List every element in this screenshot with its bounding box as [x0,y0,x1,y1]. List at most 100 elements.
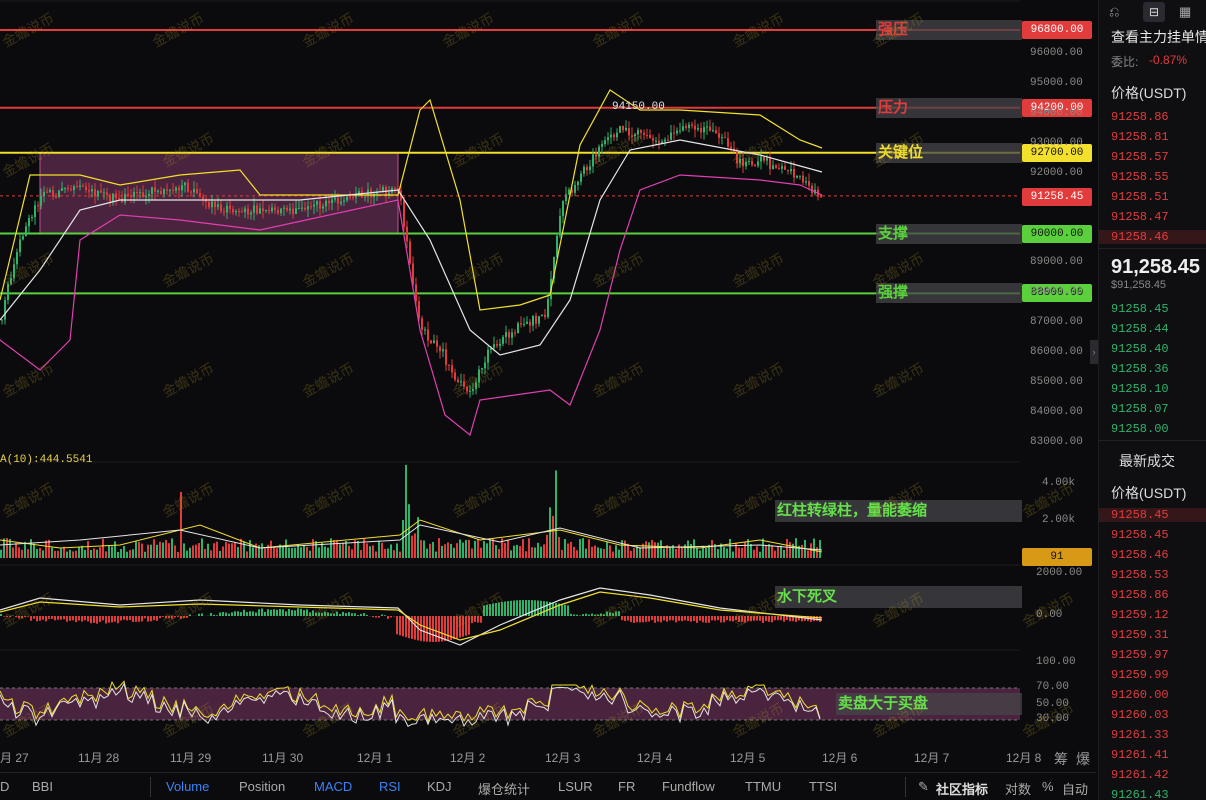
toolbar-right-item[interactable]: 对数 [1005,779,1031,798]
macd-bar [759,616,761,621]
candle [202,196,204,199]
macd-bar [687,616,689,621]
volume-bar [285,539,287,558]
order-book-row[interactable]: 91258.53 [1111,568,1169,582]
toolbar-item-爆仓统计[interactable]: 爆仓统计 [478,779,530,798]
order-book-row[interactable]: 91258.46 [1099,230,1206,244]
current-price-tag: 91258.45 [1022,188,1092,206]
macd-bar [288,608,290,616]
order-book-row[interactable]: 91259.31 [1111,628,1169,642]
candle [679,130,681,132]
candle [655,140,657,142]
order-book-row[interactable]: 91260.00 [1111,688,1169,702]
order-book-row[interactable]: 91258.45 [1111,528,1169,542]
macd-bar [606,611,608,616]
order-book-row[interactable]: 91258.10 [1111,382,1169,396]
panel-collapse-handle[interactable]: › [1090,340,1098,364]
toolbar-right-item[interactable]: 自动 [1062,779,1088,798]
order-book-row[interactable]: 91261.43 [1111,788,1169,800]
layout-icon[interactable]: ⊟ [1143,2,1165,22]
order-book-row[interactable]: 91261.33 [1111,728,1169,742]
macd-bar [6,616,8,618]
order-book-row[interactable]: 91258.51 [1111,190,1169,204]
edit-icon[interactable]: ✎ [918,779,929,795]
volume-bar [126,551,128,558]
toolbar-item-kdj[interactable]: KDJ [427,779,452,794]
axis-corner-label[interactable]: 筹 [1054,749,1068,769]
ratio-value: -0.87% [1149,53,1188,67]
order-book-row[interactable]: 91259.97 [1111,648,1169,662]
macd-bar [36,616,38,622]
toolbar-item-macd[interactable]: MACD [314,779,352,794]
order-book-title[interactable]: 查看主力挂单情 [1111,27,1206,47]
candle [292,208,294,214]
volume-bar [648,542,650,558]
order-book-row[interactable]: 91258.00 [1111,422,1169,436]
candle [478,369,480,383]
candle [445,349,447,365]
toolbar-item-d[interactable]: D [0,779,9,794]
toolbar-item-fr[interactable]: FR [618,779,635,794]
volume-bar [567,543,569,558]
volume-bar [678,544,680,558]
order-book-row[interactable]: 91261.42 [1111,768,1169,782]
order-book-row[interactable]: 91261.41 [1111,748,1169,762]
order-book-row[interactable]: 91259.99 [1111,668,1169,682]
volume-bar [624,540,626,558]
volume-bar [156,544,158,558]
volume-bar [309,550,311,558]
order-book-row[interactable]: 91258.45 [1111,302,1169,316]
order-book-row[interactable]: 91259.12 [1111,608,1169,622]
candle [82,185,84,187]
toolbar-item-position[interactable]: Position [239,779,285,794]
order-book-row[interactable]: 91258.55 [1111,170,1169,184]
order-book-row[interactable]: 91258.46 [1111,548,1169,562]
toolbar-item-ttmu[interactable]: TTMU [745,779,781,794]
volume-bar [783,549,785,558]
volume-bar [387,548,389,558]
macd-bar [168,616,170,619]
order-book-row[interactable]: 91258.57 [1111,150,1169,164]
axis-corner-label[interactable]: 爆 [1076,749,1090,769]
order-book-row[interactable]: 91258.40 [1111,342,1169,356]
volume-bar [117,551,119,558]
toolbar-item-fundflow[interactable]: Fundflow [662,779,715,794]
toolbar-item-ttsi[interactable]: TTSI [809,779,837,794]
toolbar-item-bbi[interactable]: BBI [32,779,53,794]
macd-bar [588,614,590,616]
panel-icon[interactable]: ▦ [1179,4,1191,20]
date-axis-label: 12月 5 [730,751,766,765]
candle [85,186,87,191]
toolbar-item-volume[interactable]: Volume [166,779,209,794]
toolbar-right-item[interactable]: % [1042,779,1054,794]
order-book-row[interactable]: 91258.36 [1111,362,1169,376]
macd-bar [327,612,329,616]
volume-bar [63,546,65,558]
order-book-row[interactable]: 91260.03 [1111,708,1169,722]
macd-bar [273,609,275,616]
volume-bar [375,551,377,558]
order-book-row[interactable]: 91258.07 [1111,402,1169,416]
candle [493,344,495,348]
undo-icon[interactable]: ⎌ [1109,4,1119,20]
trades-title[interactable]: 最新成交 [1119,451,1175,471]
order-book-row[interactable]: 91258.86 [1111,110,1169,124]
volume-bar [129,549,131,558]
volume-bar [42,550,44,558]
order-book-row[interactable]: 91258.86 [1111,588,1169,602]
order-book-row[interactable]: 91258.44 [1111,322,1169,336]
volume-bar [639,547,641,558]
order-book-row[interactable]: 91258.45 [1099,508,1206,522]
candle [34,205,36,218]
toolbar-item-rsi[interactable]: RSI [379,779,401,794]
level-label: 强撑 [876,283,1022,304]
order-book-row[interactable]: 91258.47 [1111,210,1169,224]
volume-bar [591,546,593,558]
macd-bar [186,616,188,618]
toolbar-item-lsur[interactable]: LSUR [558,779,593,794]
candle [451,365,453,373]
toolbar-right-item[interactable]: 社区指标 [936,779,988,798]
macd-bar [630,616,632,623]
macd-bar [150,616,152,622]
order-book-row[interactable]: 91258.81 [1111,130,1169,144]
